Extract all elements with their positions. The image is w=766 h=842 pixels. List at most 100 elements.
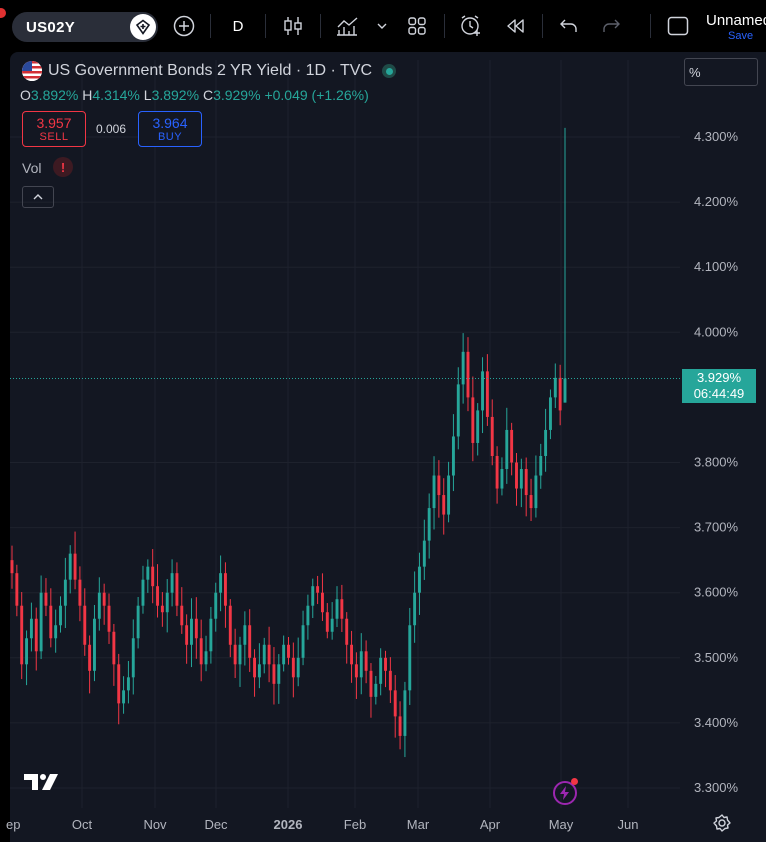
- candle-body: [180, 605, 184, 626]
- axes: 4.300% 4.200% 4.100% 4.000% 3.800% 3.700% 3.60…: [6, 129, 738, 832]
- candle-body: [325, 612, 329, 632]
- volume-indicator-label[interactable]: Vol: [22, 160, 41, 176]
- grid: [10, 60, 680, 808]
- candle-body: [88, 644, 92, 671]
- candle-body: [272, 664, 276, 684]
- symbol-text: US02Y: [26, 18, 76, 36]
- candle-body: [277, 664, 281, 684]
- candle-body: [548, 397, 552, 430]
- indicators-icon[interactable]: [334, 12, 360, 40]
- redo-icon[interactable]: [598, 12, 624, 40]
- candle-body: [500, 469, 504, 489]
- candle-body: [529, 495, 533, 509]
- change-value: +0.049 (+1.26%): [264, 87, 369, 103]
- fullscreen-icon[interactable]: [664, 12, 692, 40]
- candle-body: [388, 670, 392, 691]
- candle-body: [369, 670, 373, 697]
- undo-icon[interactable]: [556, 12, 582, 40]
- candle-body: [39, 592, 43, 652]
- y-tick-label: 3.500%: [694, 650, 739, 665]
- candles-icon[interactable]: [280, 12, 306, 40]
- candle-body: [219, 573, 223, 593]
- candle-body: [350, 644, 354, 665]
- candle-body: [505, 429, 509, 470]
- close-value: 3.929%: [213, 87, 261, 103]
- candle-body: [393, 690, 397, 717]
- toolbar-divider: [320, 14, 321, 38]
- x-tick-label: Feb: [344, 817, 366, 832]
- top-toolbar: US02Y D Unnamed Save: [0, 0, 766, 52]
- chevron-down-icon[interactable]: [374, 12, 390, 40]
- symbol-search[interactable]: US02Y: [12, 12, 158, 42]
- chart-settings-icon[interactable]: [712, 813, 732, 838]
- candle-body: [398, 716, 402, 736]
- toolbar-divider: [650, 14, 651, 38]
- y-tick-label: 3.800%: [694, 455, 739, 470]
- candle-body: [34, 618, 38, 652]
- candle-body: [476, 410, 480, 443]
- candle-body: [354, 664, 358, 678]
- chevron-up-icon: [33, 194, 43, 200]
- candle-body: [301, 625, 305, 658]
- buy-button[interactable]: 3.964 BUY: [138, 111, 202, 147]
- tradingview-logo-icon[interactable]: [24, 772, 60, 797]
- buy-price: 3.964: [152, 114, 188, 131]
- x-tick-label: ep: [6, 817, 20, 832]
- candle-body: [432, 475, 436, 509]
- replay-icon[interactable]: [502, 12, 528, 40]
- price-unit-selector[interactable]: %: [684, 58, 758, 86]
- candle-body: [451, 436, 455, 476]
- candle-body: [553, 377, 557, 398]
- plus-circle-icon[interactable]: [170, 12, 198, 40]
- collapse-legend-button[interactable]: [22, 186, 54, 208]
- candle-body: [335, 599, 339, 619]
- candle-body: [10, 560, 14, 574]
- layout-name[interactable]: Unnamed: [706, 12, 766, 29]
- candle-body: [170, 573, 174, 593]
- price-chart[interactable]: 4.300% 4.200% 4.100% 4.000% 3.800% 3.700% 3.60…: [0, 52, 766, 842]
- x-tick-label: Dec: [204, 817, 228, 832]
- candle-body: [262, 644, 266, 665]
- candle-body: [291, 657, 295, 678]
- candle-body: [471, 397, 475, 443]
- y-tick-label: 3.300%: [694, 780, 739, 795]
- candle-body: [524, 469, 528, 496]
- candle-body: [481, 371, 484, 411]
- low-value: 3.892%: [151, 87, 200, 103]
- save-link[interactable]: Save: [728, 30, 753, 42]
- candle-body: [15, 573, 19, 606]
- sell-button[interactable]: 3.957 SELL: [22, 111, 86, 147]
- candle-body: [359, 651, 363, 678]
- candle-body: [558, 377, 562, 411]
- last-price-value: 3.929%: [696, 370, 742, 385]
- candle-body: [156, 586, 159, 606]
- candle-body: [20, 605, 24, 665]
- compare-symbol-icon[interactable]: [130, 14, 156, 40]
- candle-body: [49, 605, 53, 639]
- candle-body: [175, 573, 179, 606]
- candle-body: [78, 579, 82, 606]
- buy-label: BUY: [157, 130, 183, 143]
- interval-button[interactable]: D: [224, 12, 252, 40]
- candle-body: [330, 618, 334, 632]
- last-price-label: 3.929% 06:44:49: [682, 369, 756, 403]
- volume-warning-icon[interactable]: !: [53, 157, 73, 177]
- candle-body: [238, 644, 242, 665]
- market-status-icon[interactable]: [382, 64, 396, 78]
- templates-icon[interactable]: [404, 12, 430, 40]
- high-label: H: [82, 87, 93, 103]
- toolbar-divider: [444, 14, 445, 38]
- candle-body: [321, 592, 324, 613]
- alert-icon[interactable]: [458, 12, 484, 40]
- high-value: 4.314%: [92, 87, 140, 103]
- candle-body: [199, 638, 203, 665]
- y-tick-label: 4.300%: [694, 129, 739, 144]
- candle-body: [413, 592, 417, 626]
- candle-body: [73, 553, 77, 580]
- notification-dot: [571, 778, 578, 785]
- symbol-description[interactable]: US Government Bonds 2 YR Yield · 1D · TV…: [48, 62, 372, 80]
- candle-body: [209, 618, 213, 652]
- candle-body: [93, 618, 96, 671]
- unit-label: %: [689, 65, 701, 80]
- y-tick-label: 4.000%: [694, 324, 739, 339]
